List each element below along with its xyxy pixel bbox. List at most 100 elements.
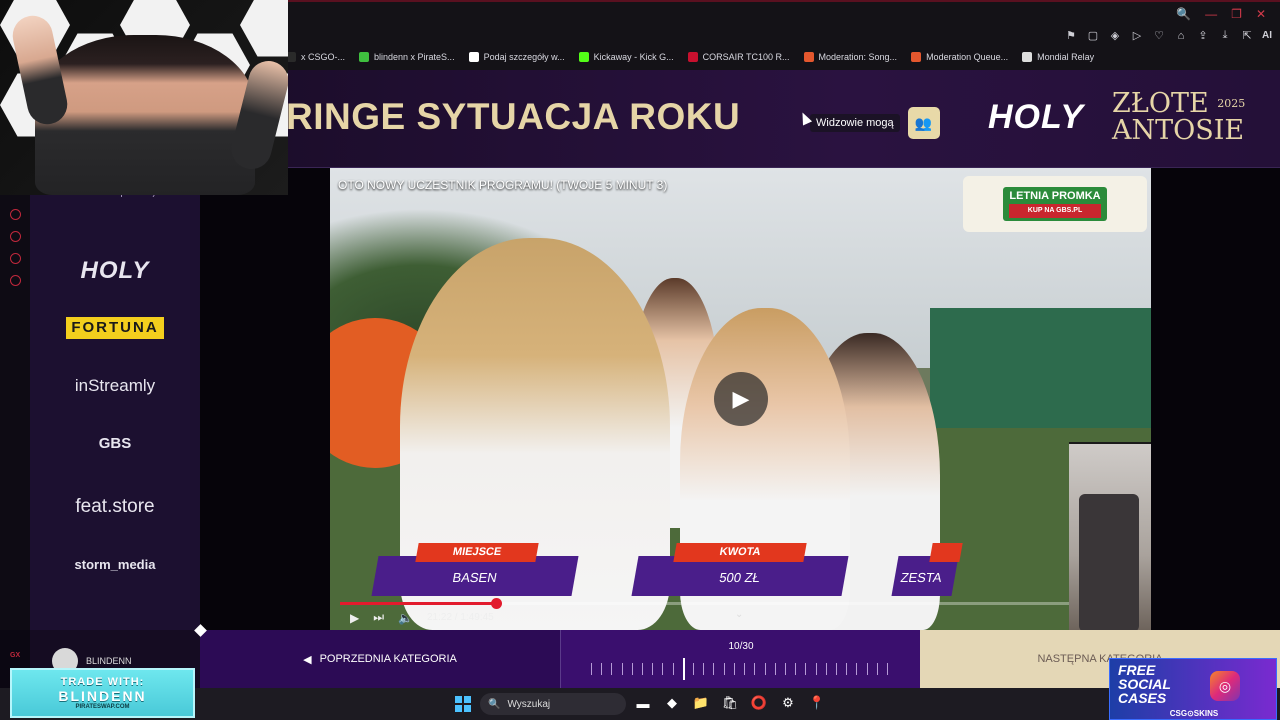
maximize-icon[interactable]: ❐ [1231,7,1242,21]
pager-tick[interactable] [601,663,603,675]
bookmark-item[interactable]: x CSGO-... [286,52,345,62]
pager-tick[interactable] [631,663,633,675]
pager-tick[interactable] [774,663,776,675]
volume-icon[interactable]: 🔈 [398,611,413,625]
bookmark-item[interactable]: Podaj szczegóły w... [468,52,565,62]
play-icon[interactable]: ▷ [1130,29,1144,42]
pager-tick[interactable] [856,663,858,675]
pager-tick[interactable] [652,663,654,675]
maps-pin-icon[interactable]: 📍 [808,694,826,712]
pip-icon[interactable]: ⇱ [1240,29,1254,42]
task-view-icon[interactable]: ▬ [634,694,652,712]
play-button[interactable]: ▶ [714,372,768,426]
sponsor-featstore: feat.store [75,496,155,517]
store-icon[interactable]: 🛍 [721,694,739,712]
settings-icon[interactable] [10,275,21,286]
pager-tick[interactable] [693,663,695,675]
pager-tick[interactable] [866,663,868,675]
home-icon[interactable]: ⌂ [1174,30,1188,42]
card-value: BASEN [371,556,579,596]
progress-bar[interactable] [340,598,1141,609]
viewers-button[interactable]: 👥 [907,107,940,139]
bookmark-item[interactable]: Mondial Relay [1022,52,1094,62]
csgo-cases: CASES [1118,690,1167,706]
pager-ticks[interactable] [591,658,891,680]
folder-icon[interactable]: 📁 [692,694,710,712]
bookmarks-bar: x CSGO-... blindenn x PirateS... Podaj s… [286,52,1094,62]
taskbar-search[interactable]: 🔍 Wyszukaj [480,693,626,715]
category-header: RINGE SYTUACJA ROKU Widzowie mogą 👥 HOLY… [200,70,1280,168]
bookmark-item[interactable]: CORSAIR TC100 R... [687,52,790,62]
info-card-amount: 500 ZŁ KWOTA [631,543,849,597]
awards-year: 2025 [1217,97,1246,110]
pager-tick[interactable] [723,663,725,675]
info-card-place: BASEN MIEJSCE [371,543,579,597]
copilot-icon[interactable]: ◆ [663,694,681,712]
pager-tick-active[interactable] [682,658,685,680]
pager-tick[interactable] [713,663,715,675]
pager-tick[interactable] [805,663,807,675]
pager-tick[interactable] [754,663,756,675]
close-icon[interactable]: ✕ [1256,7,1266,21]
pager-tick[interactable] [744,663,746,675]
windows-start-icon[interactable] [455,696,471,712]
promo-banner[interactable]: LETNIA PROMKA KUP NA GBS.PL [963,176,1147,232]
video-player[interactable]: OTO NOWY UCZESTNIK PROGRAMU! (TWOJE 5 MI… [330,168,1151,630]
pager-tick[interactable] [876,663,878,675]
ai-button[interactable]: AI [1262,30,1272,41]
prev-category-label: POPRZEDNIA KATEGORIA [319,653,457,665]
bookmark-label: CORSAIR TC100 R... [702,52,790,62]
prev-category-button[interactable]: ◀ POPRZEDNIA KATEGORIA [200,630,560,688]
heart-icon[interactable]: ♡ [1152,29,1166,42]
pager-tick[interactable] [703,663,705,675]
pager-tick[interactable] [825,663,827,675]
opera-icon[interactable]: ⭕ [750,694,768,712]
shield-icon[interactable]: ◈ [1108,29,1122,42]
record-icon[interactable] [10,209,21,220]
trade-line1: TRADE WITH: [60,676,145,688]
awards-line2: ANTOSIE [1112,115,1245,146]
pin-icon[interactable]: ⚑ [1064,29,1078,42]
pager-tick[interactable] [662,663,664,675]
pager-tick[interactable] [887,663,888,675]
trade-overlay: TRADE WITH: BLINDENN PIRATESWAP.COM [10,668,195,718]
sponsor-fortuna: FORTUNA [66,317,164,339]
bookmark-label: Kickaway - Kick G... [593,52,674,62]
search-icon[interactable]: 🔍 [1176,7,1191,21]
bookmark-item[interactable]: Moderation Queue... [911,52,1008,62]
window-controls: 🔍 — ❐ ✕ [1176,7,1266,21]
search-icon: 🔍 [488,698,501,710]
chat-icon[interactable] [10,253,21,264]
users-icon: 👥 [914,114,933,131]
share-icon[interactable]: ⇪ [1196,29,1210,42]
screenshot-icon[interactable]: ▢ [1086,29,1100,42]
pager-tick[interactable] [621,663,623,675]
pager-tick[interactable] [815,663,817,675]
pager-tick[interactable] [835,663,837,675]
arrow-left-icon: ◀ [303,653,312,666]
download-icon[interactable]: ⤓ [1218,29,1232,42]
pager-tick[interactable] [733,663,735,675]
pager-tick[interactable] [642,663,644,675]
pager-tick[interactable] [784,663,786,675]
bookmark-item[interactable]: blindenn x PirateS... [359,52,455,62]
bookmark-item[interactable]: Kickaway - Kick G... [578,52,674,62]
clock-icon[interactable] [10,231,21,242]
streamer-person [35,35,255,195]
play-icon[interactable]: ▶ [350,611,359,625]
minimize-icon[interactable]: — [1205,7,1217,21]
pager-tick[interactable] [846,663,848,675]
category-title: RINGE SYTUACJA ROKU [286,96,741,137]
csgo-skins-overlay: FREE SOCIAL CASES ◎ CSG⊙SKINS [1109,658,1277,720]
pager-tick[interactable] [795,663,797,675]
pager-tick[interactable] [764,663,766,675]
pager-tick[interactable] [611,663,613,675]
bookmark-item[interactable]: Moderation: Song... [803,52,897,62]
search-placeholder: Wyszukaj [507,698,551,710]
pager-tick[interactable] [591,663,592,675]
next-icon[interactable]: ⏭ [373,610,384,625]
steam-icon[interactable]: ⚙ [779,694,797,712]
pager-tick[interactable] [672,663,674,675]
awards-logo: ZŁOTE 2025 ANTOSIE [1112,90,1245,144]
chevron-down-icon[interactable]: ⌄ [735,609,743,620]
